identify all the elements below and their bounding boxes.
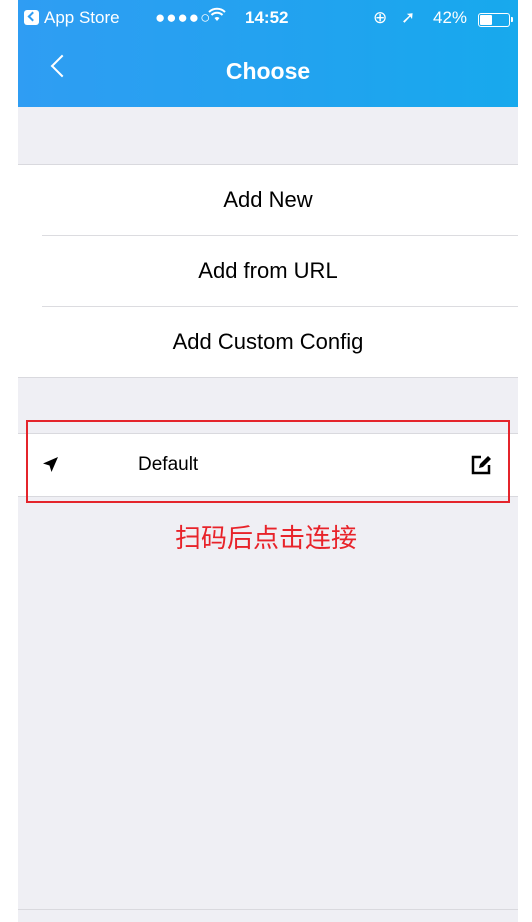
add-options-menu: Add New Add from URL Add Custom Config — [18, 164, 518, 378]
battery-icon — [478, 13, 510, 27]
back-to-app-icon[interactable] — [24, 10, 39, 25]
annotation-text: 扫码后点击连接 — [174, 524, 357, 554]
bottom-divider — [18, 909, 518, 910]
signal-strength-icon: ●●●●○ — [155, 8, 212, 27]
add-new-button[interactable]: Add New — [18, 165, 518, 235]
wifi-glyph — [208, 7, 226, 21]
clock: 14:52 — [245, 8, 289, 27]
orientation-lock-icon: ⊕ — [373, 8, 388, 27]
highlight-annotation-box — [26, 420, 510, 503]
header: App Store ●●●●○ 14:52 ⊕ ➚ 42% Choose — [18, 0, 518, 107]
battery-fill — [480, 15, 492, 25]
add-custom-config-button[interactable]: Add Custom Config — [18, 307, 518, 377]
add-from-url-button[interactable]: Add from URL — [18, 236, 518, 306]
wifi-icon — [208, 7, 226, 28]
status-bar: App Store ●●●●○ 14:52 ⊕ ➚ 42% — [18, 0, 518, 40]
back-to-app-label[interactable]: App Store — [44, 8, 120, 28]
location-icon: ➚ — [401, 8, 416, 27]
page-title: Choose — [225, 58, 311, 84]
battery-tip — [511, 17, 513, 22]
battery-percent: 42% — [433, 8, 468, 27]
